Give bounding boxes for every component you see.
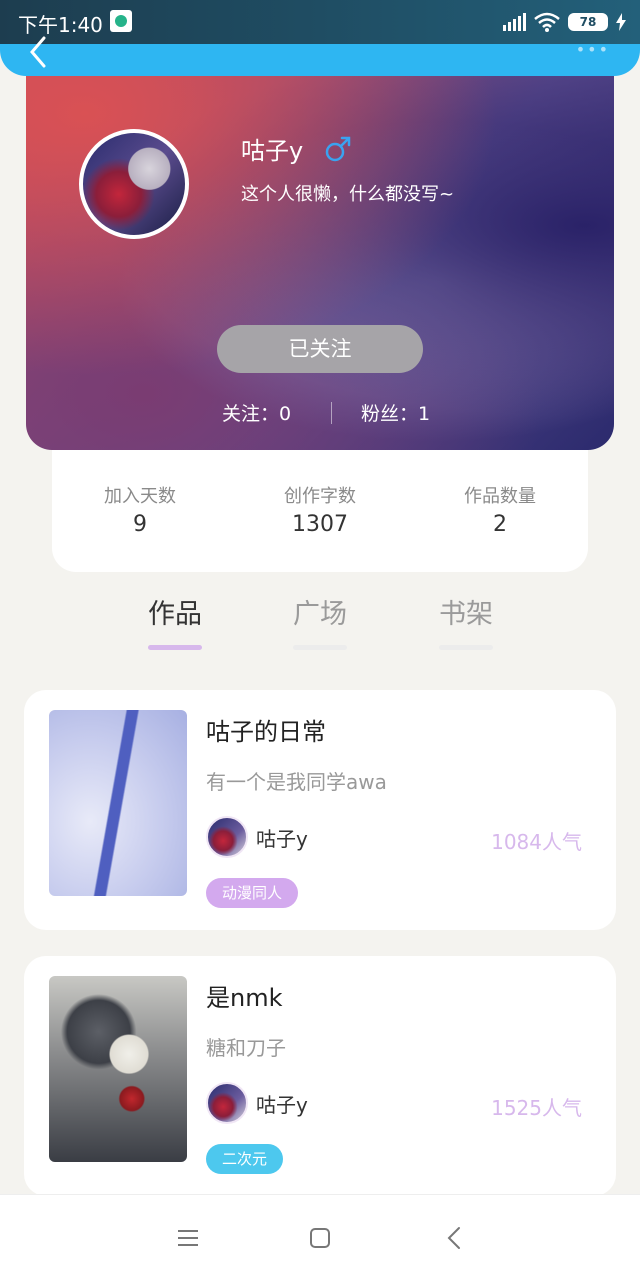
work-tag[interactable]: 动漫同人 xyxy=(206,878,299,908)
tab-square[interactable]: 广场 xyxy=(280,592,360,650)
profile-name-row: 咕子y xyxy=(241,131,351,166)
work-title: 是nmk xyxy=(206,984,283,1012)
profile-stats-card: 加入天数 9 创作字数 1307 作品数量 2 xyxy=(52,450,588,572)
menu-icon[interactable] xyxy=(173,1223,203,1253)
stat-label: 创作字数 xyxy=(284,486,356,507)
wifi-icon xyxy=(534,12,560,32)
profile-bio: 这个人很懒，什么都没写~ xyxy=(241,184,455,205)
notification-app-icon xyxy=(110,10,132,32)
stat-works-count: 作品数量 2 xyxy=(420,482,580,537)
stat-join-days: 加入天数 9 xyxy=(60,482,220,537)
back-icon[interactable] xyxy=(440,1223,470,1253)
system-nav-bar xyxy=(0,1194,640,1280)
back-arrow-icon[interactable] xyxy=(24,32,52,72)
followed-button[interactable]: 已关注 xyxy=(217,325,423,373)
charging-icon xyxy=(616,13,626,31)
stat-label: 加入天数 xyxy=(104,486,176,507)
work-cover-image xyxy=(49,710,187,896)
follows-count[interactable]: 关注：0 xyxy=(222,399,291,426)
author-avatar xyxy=(206,816,248,858)
home-icon[interactable] xyxy=(305,1223,335,1253)
stat-word-count: 创作字数 1307 xyxy=(240,482,400,537)
work-description: 糖和刀子 xyxy=(206,1036,286,1060)
profile-name: 咕子y xyxy=(241,137,304,165)
work-description: 有一个是我同学awa xyxy=(206,770,387,794)
male-gender-icon xyxy=(325,136,351,161)
work-card[interactable]: 咕子的日常 有一个是我同学awa 咕子y 1084人气 动漫同人 xyxy=(24,690,616,930)
work-card[interactable]: 是nmk 糖和刀子 咕子y 1525人气 二次元 xyxy=(24,956,616,1196)
top-bar: ••• xyxy=(0,36,640,76)
tab-underline xyxy=(293,645,347,650)
work-tag[interactable]: 二次元 xyxy=(206,1144,284,1174)
signal-icon xyxy=(503,13,526,31)
tab-label: 广场 xyxy=(293,599,347,630)
author-name: 咕子y xyxy=(256,1092,308,1117)
tab-label: 作品 xyxy=(148,599,202,630)
status-bar: 下午1:40 78 xyxy=(0,0,640,44)
fans-count[interactable]: 粉丝：1 xyxy=(361,399,430,426)
tab-label: 书架 xyxy=(439,599,493,630)
tab-underline xyxy=(439,645,493,650)
stat-value: 1307 xyxy=(292,512,348,537)
author-avatar xyxy=(206,1082,248,1124)
stat-value: 2 xyxy=(493,512,507,537)
tab-works[interactable]: 作品 xyxy=(135,592,215,650)
avatar xyxy=(79,129,189,239)
stats-divider xyxy=(331,402,332,424)
tab-bookshelf[interactable]: 书架 xyxy=(426,592,506,650)
work-cover-image xyxy=(49,976,187,1162)
author-name: 咕子y xyxy=(256,826,308,851)
work-author: 咕子y xyxy=(206,816,308,858)
tab-bar: 作品 广场 书架 xyxy=(0,572,640,660)
profile-header: 咕子y 这个人很懒，什么都没写~ 已关注 关注：0 粉丝：1 xyxy=(26,76,614,450)
stat-label: 作品数量 xyxy=(464,486,536,507)
work-popularity: 1084人气 xyxy=(491,830,582,854)
work-title: 咕子的日常 xyxy=(206,718,326,746)
work-popularity: 1525人气 xyxy=(491,1096,582,1120)
follow-stats: 关注：0 粉丝：1 xyxy=(26,399,614,425)
status-icons: 78 xyxy=(503,8,626,36)
work-author: 咕子y xyxy=(206,1082,308,1124)
stat-value: 9 xyxy=(133,512,147,537)
battery-icon: 78 xyxy=(568,13,608,31)
more-icon[interactable]: ••• xyxy=(576,40,610,59)
tab-underline xyxy=(148,645,202,650)
